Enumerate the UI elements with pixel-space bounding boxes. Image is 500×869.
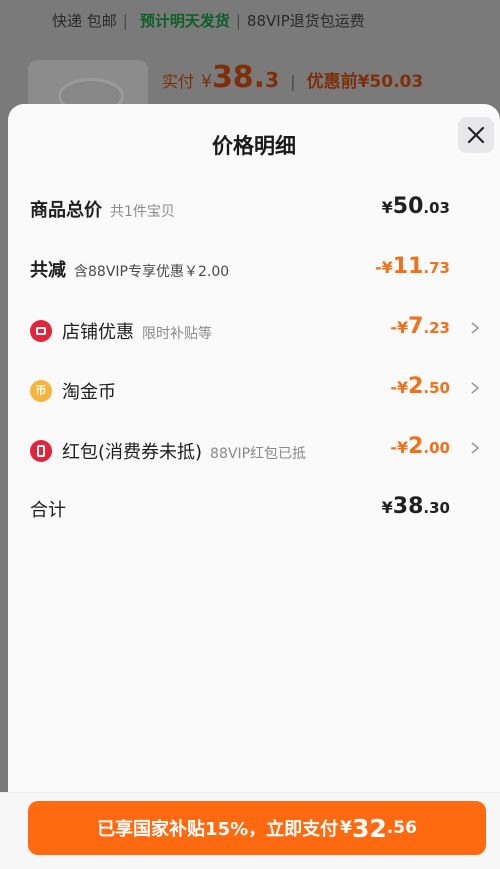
shipping-divider: | (122, 12, 128, 30)
close-button[interactable] (458, 117, 494, 153)
return-shipping-text: 88VIP退货包运费 (246, 12, 365, 30)
taojinbi-int: 2 (408, 374, 424, 399)
price-currency: ¥ (201, 72, 212, 92)
price-dec: 3 (265, 68, 280, 92)
sheet-title: 价格明细 (212, 134, 296, 158)
shop-discount-sub: 限时补贴等 (142, 326, 212, 342)
price-divider: | (290, 72, 296, 91)
row-taojinbi[interactable]: 淘金币 -¥2.50 (30, 374, 480, 406)
total-discount-dec: .73 (423, 259, 450, 277)
row-shop-discount-name: 店铺优惠 限时补贴等 (30, 316, 212, 344)
row-grand-total: 合计 ¥38.30 (30, 494, 480, 526)
pay-bar: 已享国家补贴15%，立即支付 ¥32.56 (0, 792, 500, 869)
pay-button-dec: .56 (386, 818, 417, 838)
red-packet-value: -¥2.00 (390, 434, 450, 459)
item-total-label: 商品总价 (30, 200, 102, 221)
shop-discount-currency: -¥ (390, 318, 409, 337)
shop-icon (30, 320, 52, 342)
close-icon (467, 126, 485, 144)
item-total-sub: 共1件宝贝 (110, 204, 175, 220)
shipping-info: 快递 包邮 | 预计明天发货 | 88VIP退货包运费 (52, 10, 365, 31)
row-total-discount: 共减 含88VIP专享优惠￥2.00 -¥11.73 (30, 254, 480, 286)
row-item-total: 商品总价 共1件宝贝 ¥50.03 (30, 194, 480, 226)
row-shop-discount[interactable]: 店铺优惠 限时补贴等 -¥7.23 (30, 314, 480, 346)
grand-total-value: ¥38.30 (382, 494, 450, 519)
shop-discount-int: 7 (408, 314, 424, 339)
red-packet-int: 2 (408, 434, 424, 459)
grand-total-currency: ¥ (381, 498, 393, 517)
pay-button-text: 已享国家补贴15%，立即支付 (97, 819, 339, 840)
item-total-currency: ¥ (381, 198, 393, 217)
shipping-divider-2: | (235, 12, 241, 30)
red-packet-dec: .00 (423, 439, 450, 457)
shop-discount-value: -¥7.23 (390, 314, 450, 339)
shop-discount-label: 店铺优惠 (62, 322, 134, 343)
chevron-right-icon (471, 322, 480, 334)
pay-button-currency: ¥ (340, 818, 352, 838)
background-price: 实付 ¥38.3 | 优惠前¥50.03 (162, 60, 423, 95)
grand-total-int: 38 (392, 494, 424, 519)
row-total-discount-name: 共减 含88VIP专享优惠￥2.00 (30, 256, 229, 282)
total-discount-sub: 含88VIP专享优惠￥2.00 (74, 264, 230, 280)
item-total-int: 50 (392, 194, 424, 219)
row-grand-total-name: 合计 (30, 496, 66, 522)
total-discount-currency: -¥ (375, 258, 393, 277)
row-red-packet-name: 红包(消费券未抵) 88VIP红包已抵 (30, 436, 306, 464)
total-discount-int: 11 (392, 254, 424, 279)
taojinbi-currency: -¥ (390, 378, 409, 397)
red-packet-icon (30, 440, 52, 462)
pay-now-button[interactable]: 已享国家补贴15%，立即支付 ¥32.56 (28, 801, 486, 855)
red-packet-label: 红包(消费券未抵) (62, 442, 203, 463)
row-taojinbi-name: 淘金币 (30, 376, 116, 404)
chevron-right-icon (471, 442, 480, 454)
grand-total-dec: .30 (423, 499, 450, 517)
red-packet-currency: -¥ (390, 438, 409, 457)
item-total-value: ¥50.03 (382, 194, 450, 219)
coin-icon (30, 380, 52, 402)
grand-total-label: 合计 (30, 500, 66, 521)
price-int: 38. (211, 60, 266, 95)
row-item-total-name: 商品总价 共1件宝贝 (30, 196, 175, 222)
red-packet-sub: 88VIP红包已抵 (210, 446, 307, 462)
taojinbi-label: 淘金币 (62, 382, 116, 403)
taojinbi-dec: .50 (423, 379, 450, 397)
delivery-estimate: 预计明天发货 (139, 12, 230, 30)
pre-discount-price: 优惠前¥50.03 (306, 72, 424, 92)
price-label: 实付 (162, 72, 195, 91)
item-total-dec: .03 (423, 199, 450, 217)
taojinbi-value: -¥2.50 (390, 374, 450, 399)
price-detail-sheet: 价格明细 商品总价 共1件宝贝 ¥50.03 共减 含88VIP专享优惠￥2.0… (8, 104, 500, 869)
shop-discount-dec: .23 (423, 319, 450, 337)
total-discount-label: 共减 (30, 260, 66, 281)
shipping-text: 快递 包邮 (52, 12, 117, 30)
pay-button-int: 32 (352, 813, 387, 843)
row-red-packet[interactable]: 红包(消费券未抵) 88VIP红包已抵 -¥2.00 (30, 434, 480, 466)
total-discount-value: -¥11.73 (375, 254, 450, 279)
chevron-right-icon (471, 382, 480, 394)
